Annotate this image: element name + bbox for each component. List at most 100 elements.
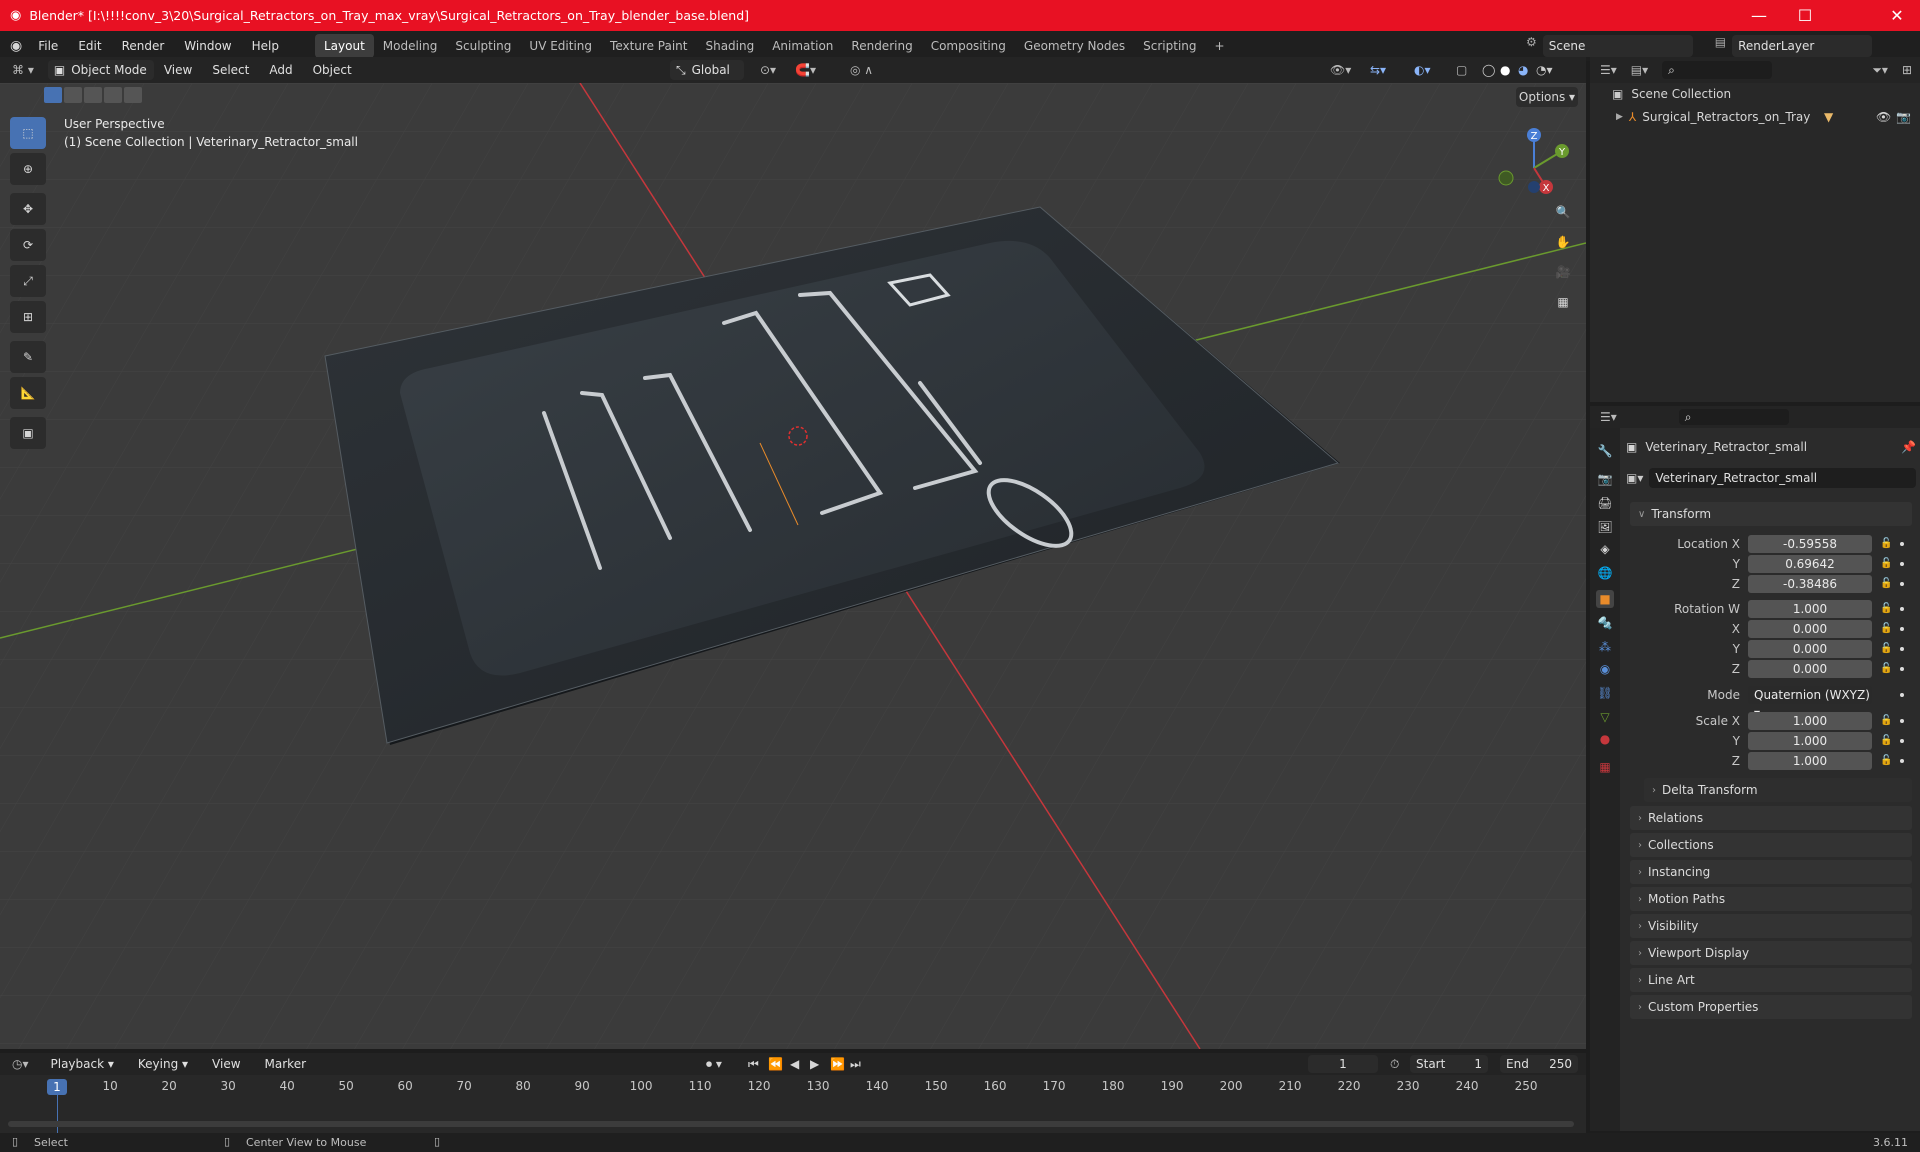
viewport-menu-select[interactable]: Select — [202, 63, 259, 77]
menu-help[interactable]: Help — [242, 39, 289, 53]
keyframe-dot-icon[interactable] — [1900, 582, 1904, 586]
pivot-icon[interactable]: ⊙▾ — [760, 63, 776, 77]
rotation-w-field[interactable]: 1.000 — [1748, 600, 1872, 618]
modifier-tab-icon[interactable]: 🔩 — [1596, 614, 1614, 632]
scene-tab-icon[interactable]: ◈ — [1596, 540, 1614, 558]
visibility-icon[interactable]: 👁▾ — [1330, 63, 1351, 77]
timeline-menu-keying[interactable]: Keying ▾ — [128, 1057, 198, 1071]
object-tab-icon[interactable]: ■ — [1596, 590, 1614, 608]
scale-y-field[interactable]: 1.000 — [1748, 732, 1872, 750]
world-tab-icon[interactable]: 🌐 — [1596, 564, 1614, 582]
close-button[interactable]: ✕ — [1874, 0, 1920, 31]
location-z-field[interactable]: -0.38486 — [1748, 575, 1872, 593]
keyframe-dot-icon[interactable] — [1900, 739, 1904, 743]
rotate-tool[interactable]: ⟳ — [10, 229, 46, 261]
scene-icon[interactable]: ⚙ — [1526, 35, 1537, 57]
maximize-button[interactable]: ☐ — [1782, 0, 1828, 31]
playhead-frame-label[interactable]: 1 — [47, 1079, 67, 1095]
constraints-tab-icon[interactable]: ⛓ — [1596, 684, 1614, 702]
cursor-tool[interactable]: ⊕ — [10, 153, 46, 185]
properties-editor-icon[interactable]: ☰▾ — [1600, 410, 1617, 424]
display-mode-icon[interactable]: ▤▾ — [1631, 63, 1648, 77]
prev-keyframe-icon[interactable]: ⏪ — [768, 1057, 783, 1071]
custom-properties-panel[interactable]: › Custom Properties — [1630, 995, 1912, 1019]
rotation-z-field[interactable]: 0.000 — [1748, 660, 1872, 678]
keyframe-dot-icon[interactable] — [1900, 627, 1904, 631]
tab-modeling[interactable]: Modeling — [374, 34, 447, 58]
lock-icon[interactable]: 🔓 — [1880, 623, 1892, 635]
keyframe-dot-icon[interactable] — [1900, 607, 1904, 611]
render-camera-icon[interactable]: 📷 — [1896, 110, 1911, 124]
line-art-panel[interactable]: › Line Art — [1630, 968, 1912, 992]
keyframe-dot-icon[interactable] — [1900, 647, 1904, 651]
proportional-edit-icon[interactable]: ◎ ∧ — [850, 63, 873, 77]
lock-icon[interactable]: 🔓 — [1880, 578, 1892, 590]
select-subtract-icon[interactable] — [84, 87, 102, 103]
viewport-menu-object[interactable]: Object — [303, 63, 362, 77]
rendered-shading-icon[interactable]: ◔▾ — [1536, 63, 1553, 77]
rotation-x-field[interactable]: 0.000 — [1748, 620, 1872, 638]
timeline-menu-playback[interactable]: Playback ▾ — [41, 1057, 124, 1071]
timeline-menu-marker[interactable]: Marker — [255, 1057, 316, 1071]
lock-icon[interactable]: 🔓 — [1880, 663, 1892, 675]
tab-geometry-nodes[interactable]: Geometry Nodes — [1015, 34, 1134, 58]
visibility-panel[interactable]: › Visibility — [1630, 914, 1912, 938]
viewport-menu-add[interactable]: Add — [259, 63, 302, 77]
blender-menu-icon[interactable]: ◉ — [10, 38, 22, 54]
data-tab-icon[interactable]: ▽ — [1596, 708, 1614, 726]
render-layer-selector[interactable]: RenderLayer — [1732, 35, 1873, 57]
tab-shading[interactable]: Shading — [696, 34, 763, 58]
snap-icon[interactable]: 🧲▾ — [795, 63, 816, 77]
menu-render[interactable]: Render — [112, 39, 175, 53]
motion-paths-panel[interactable]: › Motion Paths — [1630, 887, 1912, 911]
material-tab-icon[interactable]: ● — [1596, 730, 1614, 748]
scale-x-field[interactable]: 1.000 — [1748, 712, 1872, 730]
tool-tab-icon[interactable]: 🔧 — [1596, 442, 1614, 460]
menu-file[interactable]: File — [28, 39, 68, 53]
outliner-item[interactable]: ▶ ⅄ Surgical_Retractors_on_Tray ▼ 👁 📷 — [1590, 107, 1920, 127]
pin-icon[interactable]: 📌 — [1901, 440, 1916, 454]
xray-icon[interactable]: ▢ — [1456, 63, 1467, 77]
outliner-root-row[interactable]: ▣ Scene Collection — [1612, 87, 1731, 101]
add-cube-tool[interactable]: ▣ — [10, 417, 46, 449]
viewport-display-panel[interactable]: › Viewport Display — [1630, 941, 1912, 965]
add-workspace-icon[interactable]: + — [1206, 34, 1234, 58]
select-box-tool[interactable]: ⬚ — [10, 117, 46, 149]
lock-icon[interactable]: 🔓 — [1880, 643, 1892, 655]
keyframe-dot-icon[interactable] — [1900, 719, 1904, 723]
render-tab-icon[interactable]: 📷 — [1596, 470, 1614, 488]
zoom-icon[interactable]: 🔍 — [1548, 197, 1578, 227]
wireframe-shading-icon[interactable]: ◯ — [1482, 63, 1495, 77]
rotation-mode-dropdown[interactable]: Quaternion (WXYZ) ▾ — [1748, 686, 1872, 720]
mode-selector[interactable]: ▣ Object Mode — [47, 60, 154, 80]
physics-tab-icon[interactable]: ◉ — [1596, 660, 1614, 678]
tab-layout[interactable]: Layout — [314, 34, 374, 58]
outliner-editor-icon[interactable]: ☰▾ — [1600, 63, 1617, 77]
new-collection-icon[interactable]: ⊞ — [1902, 63, 1912, 77]
lock-icon[interactable]: 🔓 — [1880, 538, 1892, 550]
constraint-filter-icon[interactable]: ▼ — [1824, 110, 1833, 124]
outliner-search-input[interactable]: ⌕ — [1662, 61, 1773, 79]
timeline-editor-icon[interactable]: ◷▾ — [12, 1057, 29, 1071]
instancing-panel[interactable]: › Instancing — [1630, 860, 1912, 884]
tab-scripting[interactable]: Scripting — [1134, 34, 1205, 58]
lock-icon[interactable]: 🔓 — [1880, 558, 1892, 570]
properties-search-input[interactable]: ⌕ — [1678, 409, 1789, 425]
jump-start-icon[interactable]: ⏮ — [748, 1057, 759, 1072]
viewport-menu-view[interactable]: View — [154, 63, 202, 77]
location-y-field[interactable]: 0.69642 — [1748, 555, 1872, 573]
relations-panel[interactable]: › Relations — [1630, 806, 1912, 830]
gizmo-neg-z-icon[interactable] — [1528, 181, 1540, 193]
lock-icon[interactable]: 🔓 — [1880, 603, 1892, 615]
auto-key-icon[interactable]: ⏺ ▾ — [706, 1057, 722, 1072]
keyframe-dot-icon[interactable] — [1900, 693, 1904, 697]
transform-panel-header[interactable]: ∨ Transform — [1630, 502, 1912, 526]
rotation-y-field[interactable]: 0.000 — [1748, 640, 1872, 658]
lock-icon[interactable]: 🔓 — [1880, 735, 1892, 747]
minimize-button[interactable]: — — [1736, 0, 1782, 31]
expand-arrow-icon[interactable]: ▶ — [1616, 112, 1623, 122]
camera-view-icon[interactable]: 🎥 — [1548, 257, 1578, 287]
scale-z-field[interactable]: 1.000 — [1748, 752, 1872, 770]
preview-range-icon[interactable]: ⏱ — [1390, 1057, 1399, 1072]
options-dropdown[interactable]: Options ▾ — [1516, 87, 1578, 107]
